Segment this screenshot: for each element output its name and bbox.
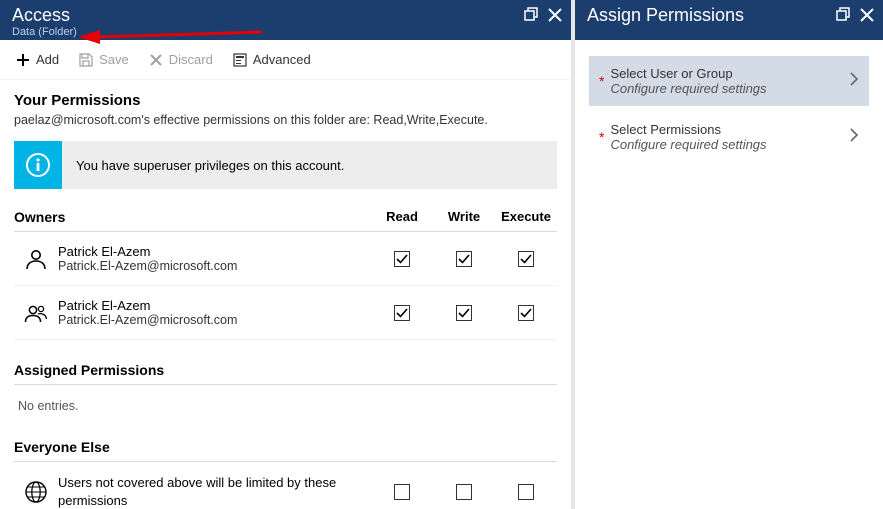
discard-button: Discard [141, 48, 221, 71]
everyone-read-checkbox[interactable] [394, 484, 410, 500]
owner1-read-checkbox[interactable] [394, 305, 410, 321]
chevron-right-icon [849, 128, 859, 147]
select-permissions[interactable]: * Select Permissions Configure required … [589, 112, 869, 162]
col-write: Write [433, 209, 495, 225]
save-icon [79, 53, 93, 67]
select-user-group[interactable]: * Select User or Group Configure require… [589, 56, 869, 106]
required-indicator: * [599, 74, 604, 88]
plus-icon [16, 53, 30, 67]
close-icon[interactable] [859, 7, 875, 28]
owner0-read-checkbox[interactable] [394, 251, 410, 267]
everyone-row: Users not covered above will be limited … [14, 462, 557, 509]
everyone-execute-checkbox[interactable] [518, 484, 534, 500]
your-permissions-heading: Your Permissions [14, 92, 557, 109]
advanced-button[interactable]: Advanced [225, 48, 319, 71]
assign-title: Assign Permissions [587, 5, 835, 26]
discard-icon [149, 53, 163, 67]
owner-row: Patrick El-Azem Patrick.El-Azem@microsof… [14, 286, 557, 340]
info-icon [14, 141, 62, 189]
close-icon[interactable] [547, 7, 563, 28]
col-read: Read [371, 209, 433, 225]
owner-email: Patrick.El-Azem@microsoft.com [58, 313, 371, 327]
assign-permissions-panel: Assign Permissions * Select User or Grou… [575, 0, 883, 509]
setting-title: Select Permissions [610, 122, 849, 137]
owner0-write-checkbox[interactable] [456, 251, 472, 267]
save-button: Save [71, 48, 137, 71]
setting-sub: Configure required settings [610, 81, 849, 96]
owner0-execute-checkbox[interactable] [518, 251, 534, 267]
setting-title: Select User or Group [610, 66, 849, 81]
owners-heading: Owners [14, 209, 371, 225]
owner-name: Patrick El-Azem [58, 298, 371, 313]
your-permissions-desc: paelaz@microsoft.com's effective permiss… [14, 113, 557, 127]
owner-email: Patrick.El-Azem@microsoft.com [58, 259, 371, 273]
group-icon [14, 301, 58, 325]
owner-row: Patrick El-Azem Patrick.El-Azem@microsof… [14, 232, 557, 286]
col-execute: Execute [495, 209, 557, 225]
toolbar: Add Save Discard Advanced [0, 40, 571, 80]
everyone-heading: Everyone Else [14, 439, 557, 462]
globe-icon [14, 480, 58, 504]
owner1-execute-checkbox[interactable] [518, 305, 534, 321]
access-panel: Access Data (Folder) Add Save Discard Ad… [0, 0, 575, 509]
setting-sub: Configure required settings [610, 137, 849, 152]
owners-header: Owners Read Write Execute [14, 209, 557, 232]
assigned-heading: Assigned Permissions [14, 362, 557, 385]
chevron-right-icon [849, 72, 859, 91]
restore-icon[interactable] [835, 7, 851, 28]
add-button[interactable]: Add [8, 48, 67, 71]
required-indicator: * [599, 130, 604, 144]
access-title: Access [12, 5, 523, 26]
person-icon [14, 247, 58, 271]
access-subtitle: Data (Folder) [12, 26, 523, 38]
owner-name: Patrick El-Azem [58, 244, 371, 259]
everyone-write-checkbox[interactable] [456, 484, 472, 500]
restore-icon[interactable] [523, 7, 539, 28]
assign-titlebar: Assign Permissions [575, 0, 883, 40]
assigned-empty: No entries. [14, 385, 557, 435]
everyone-text: Users not covered above will be limited … [58, 474, 371, 509]
owner1-write-checkbox[interactable] [456, 305, 472, 321]
info-banner-text: You have superuser privileges on this ac… [62, 158, 344, 173]
info-banner: You have superuser privileges on this ac… [14, 141, 557, 189]
advanced-icon [233, 53, 247, 67]
access-titlebar: Access Data (Folder) [0, 0, 571, 40]
